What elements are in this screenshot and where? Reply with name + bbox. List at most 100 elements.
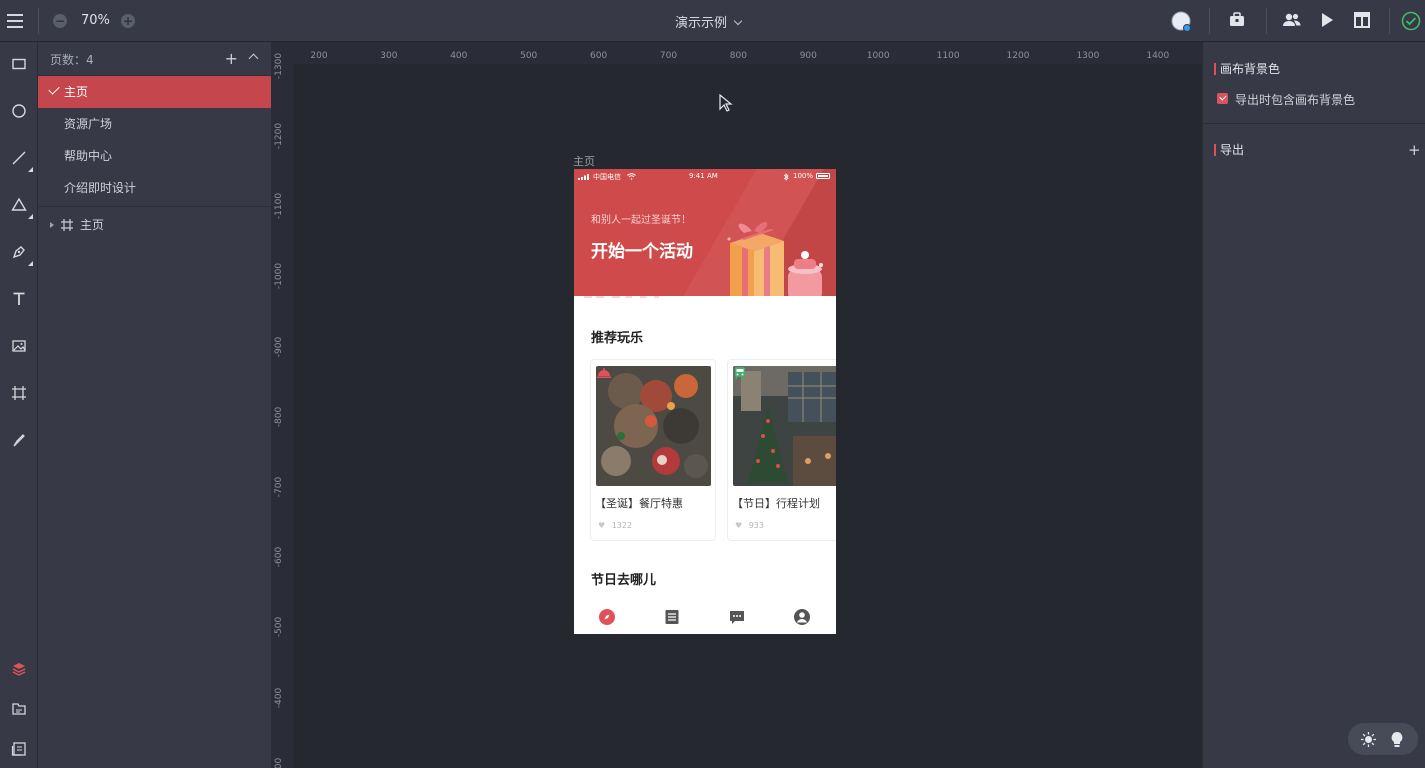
card-holiday-trip[interactable]: 【节日】行程计划 ♥ 933 <box>727 359 836 541</box>
chat-icon[interactable] <box>729 609 745 625</box>
ruler-tick-label: -1000 <box>274 263 284 290</box>
line-tool-icon[interactable] <box>7 146 33 172</box>
ruler-tick-label: -900 <box>274 336 284 357</box>
status-time: 9:41 AM <box>689 172 718 180</box>
section-title-recommended: 推荐玩乐 <box>591 331 644 346</box>
ellipse-tool-icon[interactable] <box>7 99 31 123</box>
ruler-tick-label: -800 <box>274 406 284 428</box>
zoom-out-button[interactable]: − <box>53 14 67 28</box>
pages-header: 页数：4 + <box>38 42 271 76</box>
rectangle-tool-icon[interactable] <box>7 52 31 76</box>
divider <box>38 8 39 34</box>
card-title: 【圣诞】餐厅特惠 <box>595 497 683 510</box>
tool-bar <box>0 42 38 768</box>
layout-icon[interactable] <box>1353 11 1373 31</box>
ruler-tick-label: -1300 <box>274 52 284 79</box>
layer-item-home-frame[interactable]: 主页 <box>38 207 271 243</box>
ruler-tick-label: 600 <box>590 51 608 61</box>
ruler-tick-label: 400 <box>450 51 468 61</box>
lightbulb-icon[interactable] <box>1390 731 1404 748</box>
compass-icon[interactable] <box>599 609 615 625</box>
page-label: 资源广场 <box>64 117 113 131</box>
ruler-tick-label: 800 <box>729 51 747 61</box>
mouse-cursor-icon <box>719 94 733 112</box>
add-page-button[interactable]: + <box>225 49 238 68</box>
list-icon[interactable] <box>664 609 680 625</box>
frame-icon <box>61 219 73 231</box>
ruler-tick-label: 500 <box>520 51 538 61</box>
zoom-level[interactable]: 70% <box>81 13 110 28</box>
document-title: 演示示例 <box>675 16 728 31</box>
likes-value: 1322 <box>611 521 633 530</box>
export-bg-checkbox[interactable] <box>1217 93 1228 104</box>
properties-panel: 画布背景色 导出时包含画布背景色 导出 + <box>1202 42 1425 768</box>
profile-icon[interactable] <box>794 609 810 625</box>
ruler-tick-label: -600 <box>274 546 284 568</box>
slice-tool-icon[interactable] <box>7 428 31 452</box>
hero-banner: 中国电信 9:41 AM 100% 和别人一起过圣诞节！ 开始一个活动 <box>574 169 836 296</box>
battery-icon <box>816 173 830 179</box>
ruler-tick-label: -300 <box>274 757 284 768</box>
tab-bar <box>574 599 836 634</box>
ruler-tick-label: 1300 <box>1076 51 1100 61</box>
ruler-tick-label: 700 <box>659 51 678 61</box>
play-icon[interactable] <box>1318 11 1338 31</box>
document-title-dropdown[interactable]: 演示示例 <box>675 12 743 31</box>
plugins-icon[interactable] <box>1228 11 1248 31</box>
card-christmas-restaurant[interactable]: 【圣诞】餐厅特惠 ♥ 1322 <box>590 359 716 541</box>
polygon-tool-icon[interactable] <box>7 193 33 219</box>
divider <box>1203 123 1425 124</box>
saved-check-icon <box>1401 11 1421 31</box>
assets-icon[interactable] <box>7 697 31 721</box>
status-bar: 中国电信 9:41 AM 100% <box>574 171 836 183</box>
ruler-tick-label: 1400 <box>1146 51 1170 61</box>
sun-icon[interactable] <box>1360 731 1377 748</box>
likes-count: ♥ 933 <box>735 521 764 530</box>
user-avatar[interactable] <box>1171 11 1191 32</box>
layers-list: 主页 <box>38 206 271 243</box>
menu-icon[interactable] <box>4 10 26 32</box>
collaborators-icon[interactable] <box>1282 11 1302 31</box>
ruler-tick-label: -700 <box>274 476 284 498</box>
layers-icon[interactable] <box>7 657 31 681</box>
divider <box>1389 8 1390 34</box>
frame-tool-icon[interactable] <box>7 381 31 405</box>
export-bg-label[interactable]: 导出时包含画布背景色 <box>1235 91 1355 108</box>
signal-icon <box>578 174 589 180</box>
artboard-label[interactable]: 主页 <box>573 153 595 169</box>
components-icon[interactable] <box>7 737 31 761</box>
chevron-up-icon[interactable] <box>248 53 259 64</box>
chevron-down-icon <box>733 16 743 26</box>
ruler-tick-label: -1200 <box>274 122 284 150</box>
street-photo <box>733 366 836 486</box>
page-item-help[interactable]: 帮助中心 <box>38 140 271 172</box>
check-icon <box>48 83 60 95</box>
banner-subtitle: 和别人一起过圣诞节！ <box>591 215 691 226</box>
pen-tool-icon[interactable] <box>7 240 33 266</box>
layer-label: 主页 <box>80 218 105 232</box>
ruler-tick-label: 200 <box>310 51 328 61</box>
text-tool-icon[interactable] <box>7 287 31 311</box>
zoom-in-button[interactable]: + <box>121 14 135 28</box>
page-item-home[interactable]: 主页 <box>38 76 271 108</box>
artboard-home[interactable]: 中国电信 9:41 AM 100% 和别人一起过圣诞节！ 开始一个活动 推荐玩乐… <box>574 169 836 634</box>
image-tool-icon[interactable] <box>7 334 31 358</box>
export-title: 导出 <box>1214 144 1244 156</box>
top-bar: − 70% + 演示示例 <box>0 0 1425 42</box>
ruler-tick-label: -1100 <box>274 193 284 220</box>
likes-value: 933 <box>748 521 764 530</box>
ruler-tick-label: 1000 <box>866 51 890 61</box>
divider <box>1209 8 1210 34</box>
canvas-bg-title: 画布背景色 <box>1214 63 1280 75</box>
heart-icon: ♥ <box>735 521 743 530</box>
expand-triangle-icon[interactable] <box>50 222 54 228</box>
page-item-resources[interactable]: 资源广场 <box>38 108 271 140</box>
bluetooth-icon <box>783 173 789 181</box>
add-export-button[interactable]: + <box>1408 141 1421 159</box>
page-item-intro[interactable]: 介绍即时设计 <box>38 172 271 204</box>
page-label: 帮助中心 <box>64 149 113 163</box>
pages-count: 页数：4 <box>50 53 94 67</box>
vertical-ruler: -1300 -1200 -1100 -1000 -900 -800 -700 -600 -500… <box>271 53 293 768</box>
bottom-toolbar <box>1348 723 1418 755</box>
ruler-tick-label: -500 <box>274 617 284 638</box>
